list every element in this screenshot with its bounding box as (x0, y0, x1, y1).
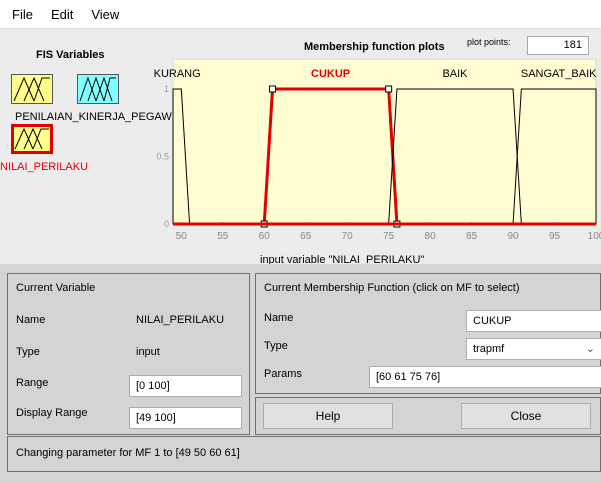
params-input[interactable]: [60 61 75 76] (369, 366, 601, 388)
x-tick-label: 60 (259, 231, 271, 242)
mf-type-value: trapmf (473, 343, 505, 355)
display-range-label: Display Range (16, 407, 88, 419)
x-tick-label: 90 (507, 231, 519, 242)
y-tick-label: 0 (164, 219, 169, 229)
chevron-down-icon: ⌄ (585, 343, 595, 355)
x-tick-label: 95 (549, 231, 561, 242)
status-bar: Changing parameter for MF 1 to [49 50 60… (7, 436, 601, 472)
mf-type-select[interactable]: trapmf ⌄ (466, 338, 601, 360)
close-button[interactable]: Close (461, 403, 591, 429)
mf-label-sangat-baik[interactable]: SANGAT_BAIK (521, 68, 597, 80)
current-mf-panel: Current Membership Function (click on MF… (255, 273, 601, 394)
x-tick-label: 100 (588, 231, 601, 242)
x-tick-label: 50 (176, 231, 188, 242)
top-panel: FIS Variables PENILAIAN_KINERJA_PEGAW NI… (0, 28, 601, 266)
mf-handle[interactable] (385, 85, 393, 93)
current-variable-panel: Current Variable Name NILAI_PERILAKU Typ… (7, 273, 250, 435)
x-tick-label: 70 (342, 231, 354, 242)
x-tick-label: 55 (217, 231, 229, 242)
type-value: input (136, 346, 160, 358)
name-value: NILAI_PERILAKU (136, 314, 225, 326)
mf-label-baik[interactable]: BAIK (442, 68, 468, 80)
name-label: Name (16, 314, 46, 326)
current-variable-header: Current Variable (16, 282, 96, 294)
y-tick-label: 0.5 (156, 152, 169, 162)
menu-view[interactable]: View (91, 7, 119, 22)
help-button[interactable]: Help (263, 403, 393, 429)
x-tick-label: 85 (466, 231, 478, 242)
mf-label-kurang[interactable]: KURANG (154, 68, 201, 80)
display-range-input[interactable]: [49 100] (129, 407, 242, 429)
buttons-panel: Help Close (255, 397, 601, 435)
mf-handle[interactable] (269, 85, 277, 93)
mf-type-label: Type (264, 340, 288, 352)
params-label: Params (264, 368, 302, 380)
mf-label-cukup[interactable]: CUKUP (311, 68, 350, 80)
x-tick-label: 80 (425, 231, 437, 242)
mf-name-input[interactable]: CUKUP (466, 310, 601, 332)
mf-plot[interactable]: 1 0.5 0 50 55 60 65 70 75 80 85 90 95 100 KURANG CUKUP… (0, 29, 601, 265)
menu-bar: File Edit View (0, 0, 601, 28)
mf-name-label: Name (264, 312, 294, 324)
range-input[interactable]: [0 100] (129, 375, 242, 397)
menu-edit[interactable]: Edit (51, 7, 73, 22)
y-tick-label: 1 (164, 84, 169, 94)
current-mf-header: Current Membership Function (click on MF… (264, 282, 520, 294)
range-label: Range (16, 377, 49, 389)
menu-file[interactable]: File (12, 7, 33, 22)
plot-area[interactable] (172, 58, 597, 226)
x-tick-label: 75 (383, 231, 395, 242)
x-tick-label: 65 (300, 231, 312, 242)
type-label: Type (16, 346, 40, 358)
